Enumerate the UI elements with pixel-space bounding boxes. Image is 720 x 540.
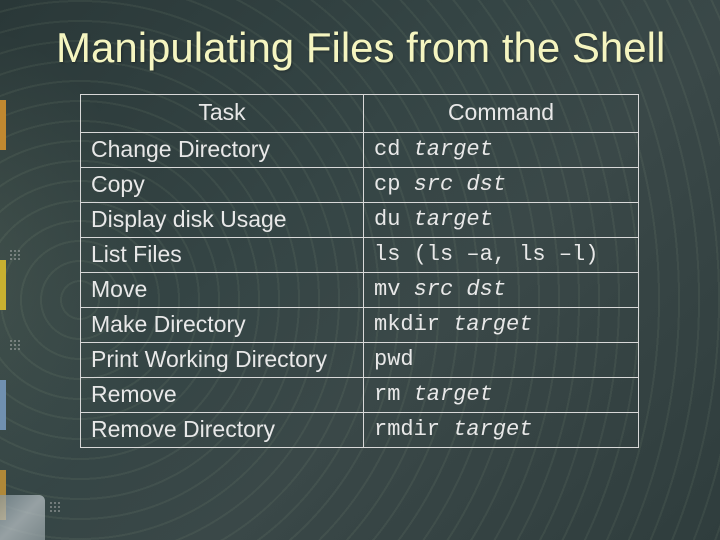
cell-task: Print Working Directory [81, 343, 364, 378]
table-row: Display disk Usagedu target [81, 203, 639, 238]
cell-command: cp src dst [364, 168, 639, 203]
command-arg: target [453, 312, 532, 337]
table-row: Removerm target [81, 378, 639, 413]
header-command: Command [364, 95, 639, 133]
cell-task: Copy [81, 168, 364, 203]
table-row: Change Directorycd target [81, 133, 639, 168]
table-row: Remove Directoryrmdir target [81, 413, 639, 448]
cell-task: List Files [81, 238, 364, 273]
cell-task: Move [81, 273, 364, 308]
cell-command: du target [364, 203, 639, 238]
command-name: mkdir [374, 312, 440, 337]
table-row: Movemv src dst [81, 273, 639, 308]
cell-command: rm target [364, 378, 639, 413]
command-name: mv [374, 277, 400, 302]
command-tail: (ls –a, ls –l) [414, 242, 599, 267]
table-row: Make Directorymkdir target [81, 308, 639, 343]
table-row: List Filesls (ls –a, ls –l) [81, 238, 639, 273]
command-name: cd [374, 137, 400, 162]
command-arg: src dst [414, 172, 506, 197]
header-task: Task [81, 95, 364, 133]
command-arg: src dst [414, 277, 506, 302]
accent-stripe [0, 380, 6, 430]
commands-table: Task Command Change Directorycd targetCo… [80, 94, 639, 448]
decoration-dots [10, 340, 40, 370]
table-row: Print Working Directory pwd [81, 343, 639, 378]
command-name: rmdir [374, 417, 440, 442]
command-name: rm [374, 382, 400, 407]
cell-command: mv src dst [364, 273, 639, 308]
page-corner-fold [0, 495, 45, 540]
cell-command: pwd [364, 343, 639, 378]
command-name: cp [374, 172, 400, 197]
command-arg: target [414, 382, 493, 407]
command-arg: target [414, 207, 493, 232]
cell-command: cd target [364, 133, 639, 168]
accent-stripe [0, 100, 6, 150]
cell-command: ls (ls –a, ls –l) [364, 238, 639, 273]
cell-task: Remove [81, 378, 364, 413]
cell-command: mkdir target [364, 308, 639, 343]
slide-title: Manipulating Files from the Shell [0, 0, 720, 72]
accent-stripe [0, 260, 6, 310]
cell-task: Change Directory [81, 133, 364, 168]
command-name: ls [374, 242, 400, 267]
cell-task: Display disk Usage [81, 203, 364, 238]
command-arg: target [414, 137, 493, 162]
decoration-dots [50, 502, 80, 532]
cell-command: rmdir target [364, 413, 639, 448]
table-row: Copycp src dst [81, 168, 639, 203]
cell-task: Remove Directory [81, 413, 364, 448]
command-arg: target [453, 417, 532, 442]
command-name: du [374, 207, 400, 232]
decoration-dots [10, 250, 40, 280]
cell-task: Make Directory [81, 308, 364, 343]
command-name: pwd [374, 347, 414, 372]
